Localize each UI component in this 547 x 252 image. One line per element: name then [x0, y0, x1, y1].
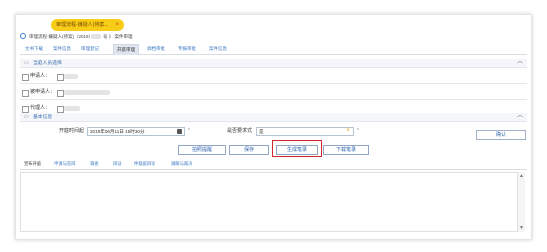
confirm-button[interactable]: 确认 [476, 130, 526, 140]
sub-tabs: 宣布开庭 申请与答辩 调查 辩证 仲裁庭辩论 调解与裁决 [20, 159, 527, 170]
confirm-select[interactable]: 是 ∨ [256, 127, 354, 136]
nav-item-special-review[interactable]: 专报审批 [175, 44, 199, 54]
scroll-up-icon[interactable]: ▲ [519, 173, 524, 179]
applicant-checkbox[interactable] [22, 74, 29, 81]
tab-mediation-ruling[interactable]: 调解与裁决 [171, 159, 192, 169]
doc-tab[interactable]: 审理流程-嫌疑人(待案... × [51, 19, 124, 31]
blurred-case-number [91, 34, 101, 39]
section-title: 当庭人员选择 [33, 61, 62, 66]
blurred-name [64, 106, 80, 111]
record-editor[interactable] [20, 172, 525, 232]
respondent-label: 被申请人： [30, 89, 56, 95]
tab-application-defense[interactable]: 申请与答辩 [54, 159, 75, 169]
nav-item-register[interactable]: 审理登记 [78, 44, 102, 54]
calendar-icon[interactable] [177, 129, 182, 134]
start-time-label: 开庭时间起 [59, 128, 85, 134]
close-icon[interactable]: × [115, 19, 119, 31]
breadcrumb-part2: 号 》 案件审理 [103, 34, 133, 39]
nav-item-file-review[interactable]: 调档审批 [144, 44, 168, 54]
highlight-box [272, 140, 322, 157]
parties-section-header[interactable]: ▭ 当庭人员选择 ︿ [20, 59, 527, 68]
tab-announce-hearing[interactable]: 宣布开庭 [24, 159, 41, 169]
agent-checkbox[interactable] [22, 106, 29, 113]
blurred-name [64, 74, 78, 79]
blurred-name [64, 90, 110, 95]
required-mark: * [357, 128, 359, 134]
row-respondent: 被申请人： [20, 85, 527, 100]
applicant-label: 申请人： [30, 73, 51, 79]
tab-investigation[interactable]: 调查 [90, 159, 99, 169]
agent-label: 代理人： [30, 105, 51, 111]
section-icon: ▭ [24, 61, 29, 66]
refresh-icon[interactable] [20, 33, 26, 39]
row-applicant: 申请人： [20, 69, 527, 84]
agent-name-checkbox[interactable] [57, 106, 64, 113]
confirm-select-value: 是 [259, 129, 264, 134]
required-mark: * [188, 128, 190, 134]
save-button[interactable]: 保存 [229, 145, 269, 155]
start-time-value: 2019年06月11日 15时30分 [90, 129, 145, 134]
breadcrumb-part1: 审理流程-嫌疑人(待案)（2019） [29, 34, 94, 39]
tab-argument[interactable]: 辩证 [113, 159, 122, 169]
top-nav: 文书下载 案件信息 审理登记 开庭审理 调档审批 专报审批 案件信息 [20, 44, 527, 55]
start-time-input[interactable]: 2019年06月11日 15时30分 [87, 127, 185, 136]
nav-item-hearing[interactable]: 开庭审理 [113, 44, 139, 55]
photo-reminder-button[interactable]: 拍照提醒 [178, 145, 226, 155]
doc-tab-title: 审理流程-嫌疑人(待案... [56, 22, 109, 28]
download-record-button[interactable]: 下载笔录 [323, 145, 369, 155]
scroll-down-icon[interactable]: ▼ [519, 225, 524, 231]
tab-tribunal-debate[interactable]: 仲裁庭辩论 [134, 159, 155, 169]
confirm-label: 是否要求式 [227, 128, 253, 134]
nav-item-doc-download[interactable]: 文书下载 [22, 44, 46, 54]
chevron-up-icon[interactable]: ︿ [517, 112, 523, 121]
respondent-name-checkbox[interactable] [57, 90, 64, 97]
section-icon: ▭ [24, 115, 29, 120]
editor-scrollbar[interactable]: ▲ ▼ [517, 172, 525, 232]
nav-item-case-info-2[interactable]: 案件信息 [206, 44, 230, 54]
respondent-checkbox[interactable] [22, 90, 29, 97]
section-title: 基本信息 [33, 115, 53, 120]
basic-info-section-header[interactable]: ▭ 基本信息 ︿ [20, 113, 527, 122]
chevron-up-icon[interactable]: ︿ [517, 58, 523, 67]
applicant-name-checkbox[interactable] [57, 74, 64, 81]
nav-item-case-info[interactable]: 案件信息 [50, 44, 74, 54]
chevron-down-icon[interactable]: ∨ [346, 127, 350, 134]
